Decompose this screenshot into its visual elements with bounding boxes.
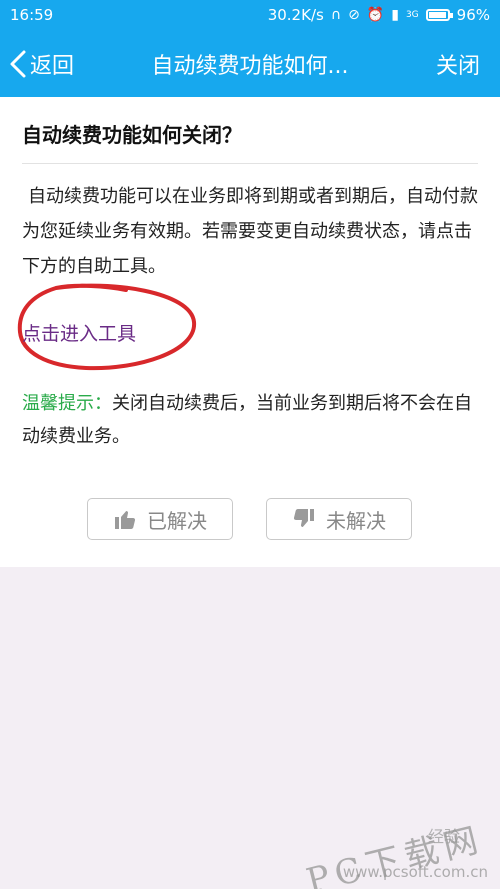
net-speed: 30.2K/s (267, 6, 324, 24)
tip-label: 温馨提示： (22, 393, 112, 414)
alarm-icon: ⏰ (366, 7, 385, 23)
solved-label: 已解决 (147, 508, 207, 533)
unsolved-label: 未解决 (326, 508, 386, 533)
battery-fill (428, 12, 446, 18)
nav-bar: 返回 自动续费功能如何... 关闭 (0, 30, 500, 97)
unsolved-button[interactable]: 未解决 (266, 498, 412, 540)
battery-icon (425, 9, 453, 21)
close-button[interactable]: 关闭 (436, 30, 480, 97)
solved-button[interactable]: 已解决 (87, 498, 233, 540)
faq-card: 自动续费功能如何关闭？ 自动续费功能可以在业务即将到期或者到期后，自动付款为您延… (0, 97, 500, 567)
status-bar: 16:59 30.2K/s ∩ ⊘ ⏰ ▮ 3G 96% (0, 0, 500, 30)
status-time: 16:59 (10, 6, 54, 24)
tip-text: 温馨提示：关闭自动续费后，当前业务到期后将不会在自动续费业务。 (22, 387, 478, 453)
back-button[interactable]: 返回 (8, 30, 74, 97)
battery-percent: 96% (456, 6, 490, 24)
question-title: 自动续费功能如何关闭？ (22, 123, 242, 147)
sync-off-icon: ⊘ (348, 7, 360, 23)
tool-link[interactable]: 点击进入工具 (22, 319, 136, 346)
chevron-left-icon (10, 50, 26, 77)
page-title: 自动续费功能如何... (151, 53, 349, 79)
divider (22, 163, 478, 164)
thumbs-down-icon (293, 509, 314, 527)
back-label: 返回 (30, 53, 75, 79)
signal-3g-icon: 3G (405, 9, 419, 20)
watermark: PC下载网 www.pcsoft.com.cn (303, 810, 488, 889)
answer-text: 自动续费功能可以在业务即将到期或者到期后，自动付款为您延续业务有效期。若需要变更… (22, 186, 478, 277)
headset-icon: ∩ (330, 7, 342, 23)
status-indicators: 30.2K/s ∩ ⊘ ⏰ ▮ 3G 96% (268, 6, 490, 24)
signal-icon: ▮ (391, 7, 399, 23)
thumbs-up-icon (115, 511, 136, 529)
